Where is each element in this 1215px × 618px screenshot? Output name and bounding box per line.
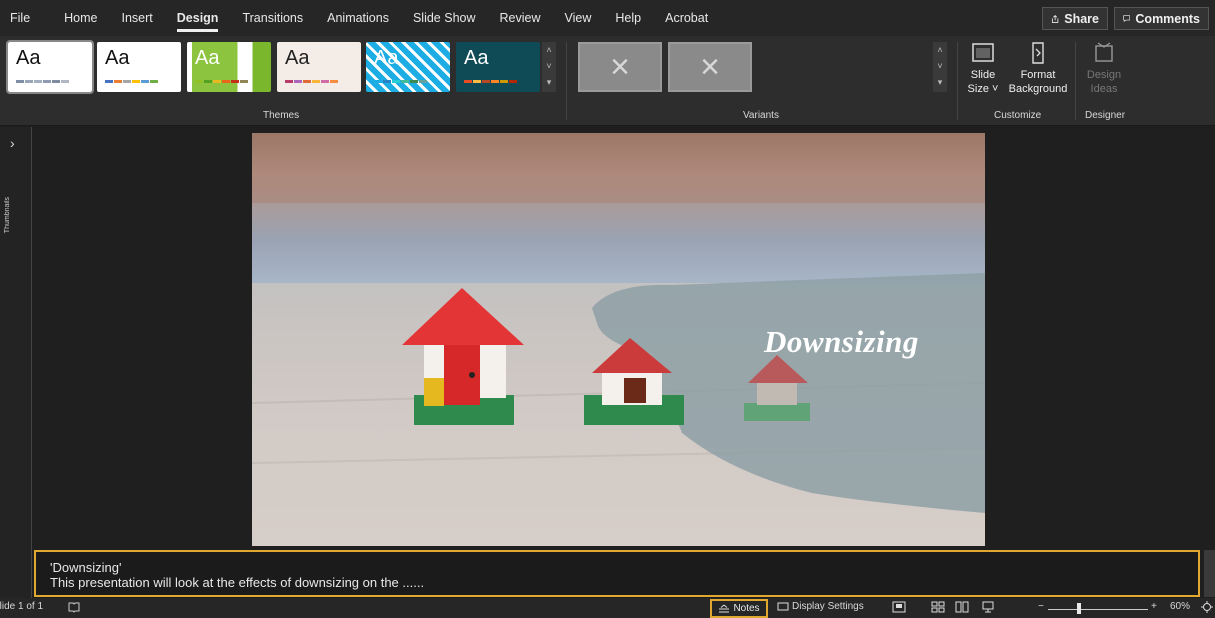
- themes-group-label: Themes: [263, 110, 300, 121]
- theme-color-swatches: [374, 80, 427, 83]
- theme-color-swatches: [285, 80, 338, 83]
- tab-transitions[interactable]: Transitions: [230, 0, 315, 36]
- fit-to-window-icon[interactable]: [1201, 601, 1213, 613]
- comment-icon: [1123, 15, 1131, 22]
- theme-thumbnail-3[interactable]: Aa: [187, 42, 271, 92]
- tab-insert[interactable]: Insert: [110, 0, 165, 36]
- format-background-button[interactable]: Format Background: [1007, 40, 1069, 96]
- customize-group-label: Customize: [994, 110, 1042, 121]
- variant-1[interactable]: ×: [578, 42, 662, 92]
- design-ideas-icon: [1095, 42, 1113, 62]
- expand-thumbnails-icon[interactable]: ›: [10, 135, 15, 151]
- notes-icon: [719, 604, 730, 613]
- slide-sorter-icon[interactable]: [931, 601, 945, 613]
- notes-label: Notes: [733, 603, 760, 614]
- ribbon-tabs: File Home Insert Design Transitions Anim…: [0, 0, 1215, 36]
- designer-group-label: Designer: [1085, 110, 1126, 121]
- slideshow-view-icon[interactable]: [981, 601, 995, 613]
- slide[interactable]: Downsizing: [252, 133, 985, 546]
- theme-sample-text: Aa: [16, 47, 41, 69]
- slide-title[interactable]: Downsizing: [764, 324, 919, 360]
- theme-sample-text: Aa: [105, 47, 130, 69]
- slide-size-button[interactable]: Slide Size ˅: [966, 40, 1000, 96]
- theme-sample-text: Aa: [374, 47, 399, 69]
- divider: [566, 42, 567, 120]
- variants-gallery-scroll[interactable]: ˄ ˅ ▾: [933, 42, 947, 92]
- share-label: Share: [1064, 11, 1099, 26]
- notes-scrollbar[interactable]: [1204, 550, 1215, 597]
- format-background-icon: [1032, 42, 1044, 64]
- zoom-slider-track[interactable]: [1048, 609, 1148, 610]
- tab-file[interactable]: File: [0, 0, 42, 36]
- accessibility-icon[interactable]: [68, 601, 80, 613]
- design-ideas-label: Design Ideas: [1086, 69, 1122, 95]
- design-ideas-button[interactable]: Design Ideas: [1085, 40, 1123, 96]
- theme-color-swatches: [105, 80, 158, 83]
- variants-group-label: Variants: [743, 110, 779, 121]
- thumbnails-label: Thumbnails: [4, 197, 11, 234]
- normal-view-icon[interactable]: [892, 601, 906, 613]
- themes-gallery-scroll[interactable]: ˄ ˅ ▾: [542, 42, 556, 92]
- format-background-label: Format Background: [1008, 69, 1068, 95]
- thumbnails-pane: › Thumbnails: [0, 127, 32, 598]
- zoom-in-icon[interactable]: +: [1151, 601, 1157, 612]
- theme-thumbnail-6[interactable]: Aa: [456, 42, 540, 92]
- theme-sample-text: Aa: [195, 47, 220, 69]
- zoom-slider-thumb[interactable]: [1077, 603, 1081, 614]
- theme-color-swatches: [16, 80, 69, 83]
- slide-size-icon: [972, 43, 994, 62]
- tab-animations[interactable]: Animations: [315, 0, 401, 36]
- zoom-level[interactable]: 60%: [1170, 601, 1190, 612]
- tab-design[interactable]: Design: [165, 0, 231, 36]
- tab-home[interactable]: Home: [52, 0, 109, 36]
- ribbon: Aa Aa Aa Aa Aa Aa ˄ ˅ ▾ Themes × × ˄ ˅ ▾ Variants…: [0, 36, 1215, 159]
- theme-sample-text: Aa: [285, 47, 310, 69]
- slide-size-label: Slide Size ˅: [967, 69, 999, 95]
- tab-slide-show[interactable]: Slide Show: [401, 0, 488, 36]
- theme-color-swatches: [195, 80, 248, 83]
- theme-thumbnail-5[interactable]: Aa: [366, 42, 450, 92]
- status-bar: Slide 1 of 1 Display Settings − + 60%: [0, 598, 1215, 618]
- reading-view-icon[interactable]: [955, 601, 969, 613]
- notes-button[interactable]: Notes: [710, 599, 768, 618]
- tab-view[interactable]: View: [553, 0, 604, 36]
- zoom-out-icon[interactable]: −: [1038, 601, 1044, 612]
- comments-label: Comments: [1135, 11, 1200, 26]
- slide-counter: Slide 1 of 1: [0, 601, 44, 612]
- display-settings-label: Display Settings: [792, 601, 864, 612]
- notes-line-2: This presentation will look at the effec…: [50, 575, 425, 590]
- tab-help[interactable]: Help: [603, 0, 653, 36]
- theme-thumbnail-2[interactable]: Aa: [97, 42, 181, 92]
- theme-color-swatches: [464, 80, 517, 83]
- theme-sample-text: Aa: [464, 47, 489, 69]
- notes-line-1: 'Downsizing': [50, 560, 122, 575]
- tab-review[interactable]: Review: [488, 0, 553, 36]
- theme-thumbnail-4[interactable]: Aa: [277, 42, 361, 92]
- tab-acrobat[interactable]: Acrobat: [653, 0, 720, 36]
- theme-thumbnail-1[interactable]: Aa: [6, 40, 94, 94]
- share-button[interactable]: Share: [1042, 7, 1108, 30]
- notes-pane[interactable]: 'Downsizing' This presentation will look…: [34, 550, 1200, 597]
- divider: [957, 42, 958, 120]
- divider: [1075, 42, 1076, 120]
- display-settings-button[interactable]: Display Settings: [777, 601, 864, 612]
- variant-2[interactable]: ×: [668, 42, 752, 92]
- share-icon: [1051, 14, 1059, 23]
- display-settings-icon: [777, 602, 789, 610]
- comments-button[interactable]: Comments: [1114, 7, 1209, 30]
